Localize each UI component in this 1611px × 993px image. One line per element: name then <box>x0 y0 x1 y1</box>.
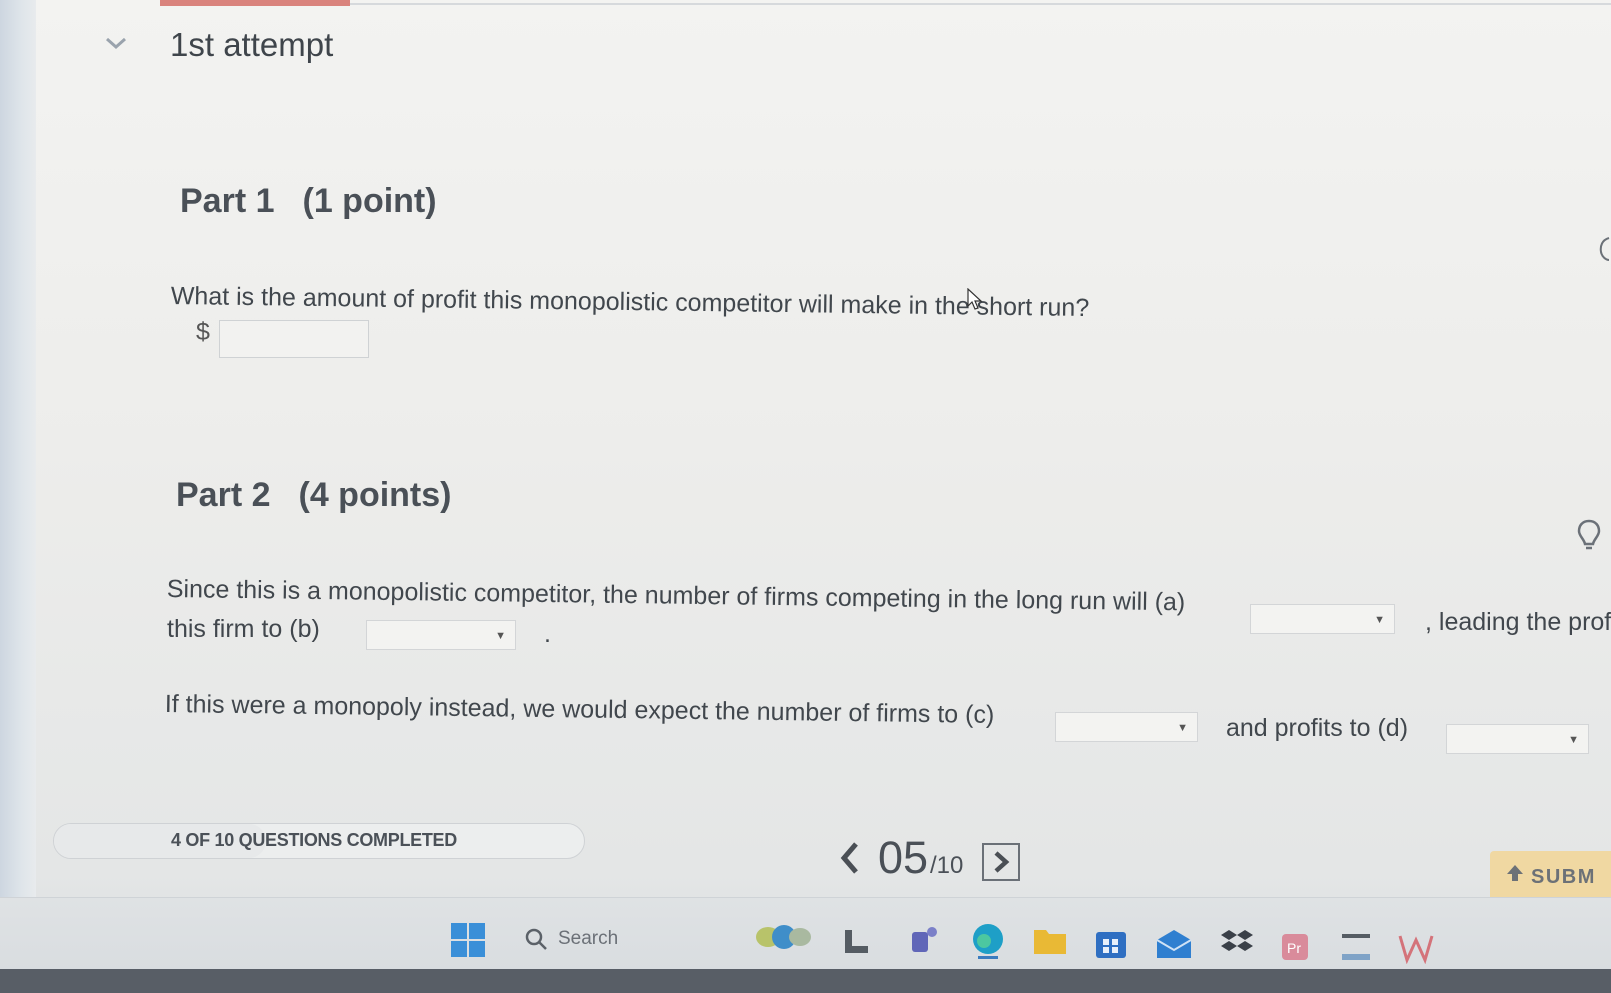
submit-label: SUBM <box>1531 866 1596 888</box>
part1-heading: Part 1 (1 point) <box>180 182 437 221</box>
dropbox-icon[interactable] <box>1220 928 1254 960</box>
comment-bubble-icon[interactable] <box>1596 236 1610 262</box>
windows-start-icon[interactable] <box>450 922 486 958</box>
caret-down-icon: ▼ <box>1374 614 1385 626</box>
screen-bezel <box>0 969 1611 993</box>
taskbar-search[interactable]: Search <box>518 921 668 957</box>
attempt-title: 1st attempt <box>170 26 334 63</box>
caret-down-icon: ▼ <box>495 630 506 642</box>
screen: 1st attempt Part 1 (1 point) What is the … <box>0 0 1611 993</box>
word-icon[interactable] <box>1398 932 1434 964</box>
search-label: Search <box>558 928 619 949</box>
dropdown-a[interactable]: ▼ <box>1250 604 1395 634</box>
previous-question-icon[interactable] <box>838 840 862 876</box>
chevron-down-icon[interactable] <box>104 34 128 52</box>
questions-progress-bar: 4 OF 10 QUESTIONS COMPLETED <box>53 823 585 859</box>
header-divider <box>350 3 1611 5</box>
part2-sentence1-continued: , leading the prof <box>1425 608 1611 636</box>
mail-icon[interactable] <box>1155 928 1193 960</box>
hint-lightbulb-icon[interactable] <box>1576 518 1602 552</box>
part2-sentence1-start: Since this is a monopolistic competitor,… <box>166 575 1186 617</box>
part1-question: What is the amount of profit this monopo… <box>170 282 1090 323</box>
part2-sentence2-continued: and profits to (d) <box>1226 714 1409 742</box>
currency-symbol: $ <box>196 318 210 346</box>
file-explorer-icon[interactable] <box>842 928 870 956</box>
upload-arrow-icon <box>1507 865 1523 881</box>
app-icon[interactable]: Pr <box>1280 932 1310 962</box>
widgets-icon[interactable] <box>752 920 814 954</box>
current-question-number: 05 <box>878 832 929 883</box>
left-sidebar-strip <box>0 0 36 900</box>
next-question-button[interactable] <box>982 843 1020 881</box>
dropdown-b[interactable]: ▼ <box>366 620 516 650</box>
part2-points: (4 points) <box>298 476 452 514</box>
part1-points: (1 point) <box>302 182 437 220</box>
dropdown-c[interactable]: ▼ <box>1055 712 1198 742</box>
caret-down-icon: ▼ <box>1568 734 1579 746</box>
part2-sentence1-period: . <box>544 620 551 648</box>
search-icon <box>525 928 547 950</box>
caret-down-icon: ▼ <box>1177 722 1188 734</box>
store-icon[interactable] <box>1094 926 1128 960</box>
progress-text: 4 OF 10 QUESTIONS COMPLETED <box>171 830 457 850</box>
svg-text:Pr: Pr <box>1287 940 1301 956</box>
dropdown-d[interactable]: ▼ <box>1446 724 1589 754</box>
part1-label: Part 1 <box>180 182 275 220</box>
part2-sentence2-start: If this were a monopoly instead, we woul… <box>164 690 995 729</box>
amazon-icon[interactable] <box>1338 930 1374 964</box>
part2-sentence1-line2: this firm to (b) <box>167 615 320 643</box>
teams-icon[interactable] <box>908 924 940 958</box>
chevron-right-icon <box>994 851 1010 873</box>
part2-label: Part 2 <box>176 476 271 514</box>
attempt-tab-accent <box>160 0 350 6</box>
profit-answer-input[interactable] <box>219 320 369 358</box>
mouse-cursor-icon <box>967 288 983 310</box>
edge-icon[interactable] <box>970 922 1006 960</box>
folder-icon[interactable] <box>1032 924 1068 958</box>
submit-button[interactable]: SUBM <box>1490 851 1611 901</box>
total-questions: /10 <box>930 852 964 879</box>
part2-heading: Part 2 (4 points) <box>176 476 451 515</box>
